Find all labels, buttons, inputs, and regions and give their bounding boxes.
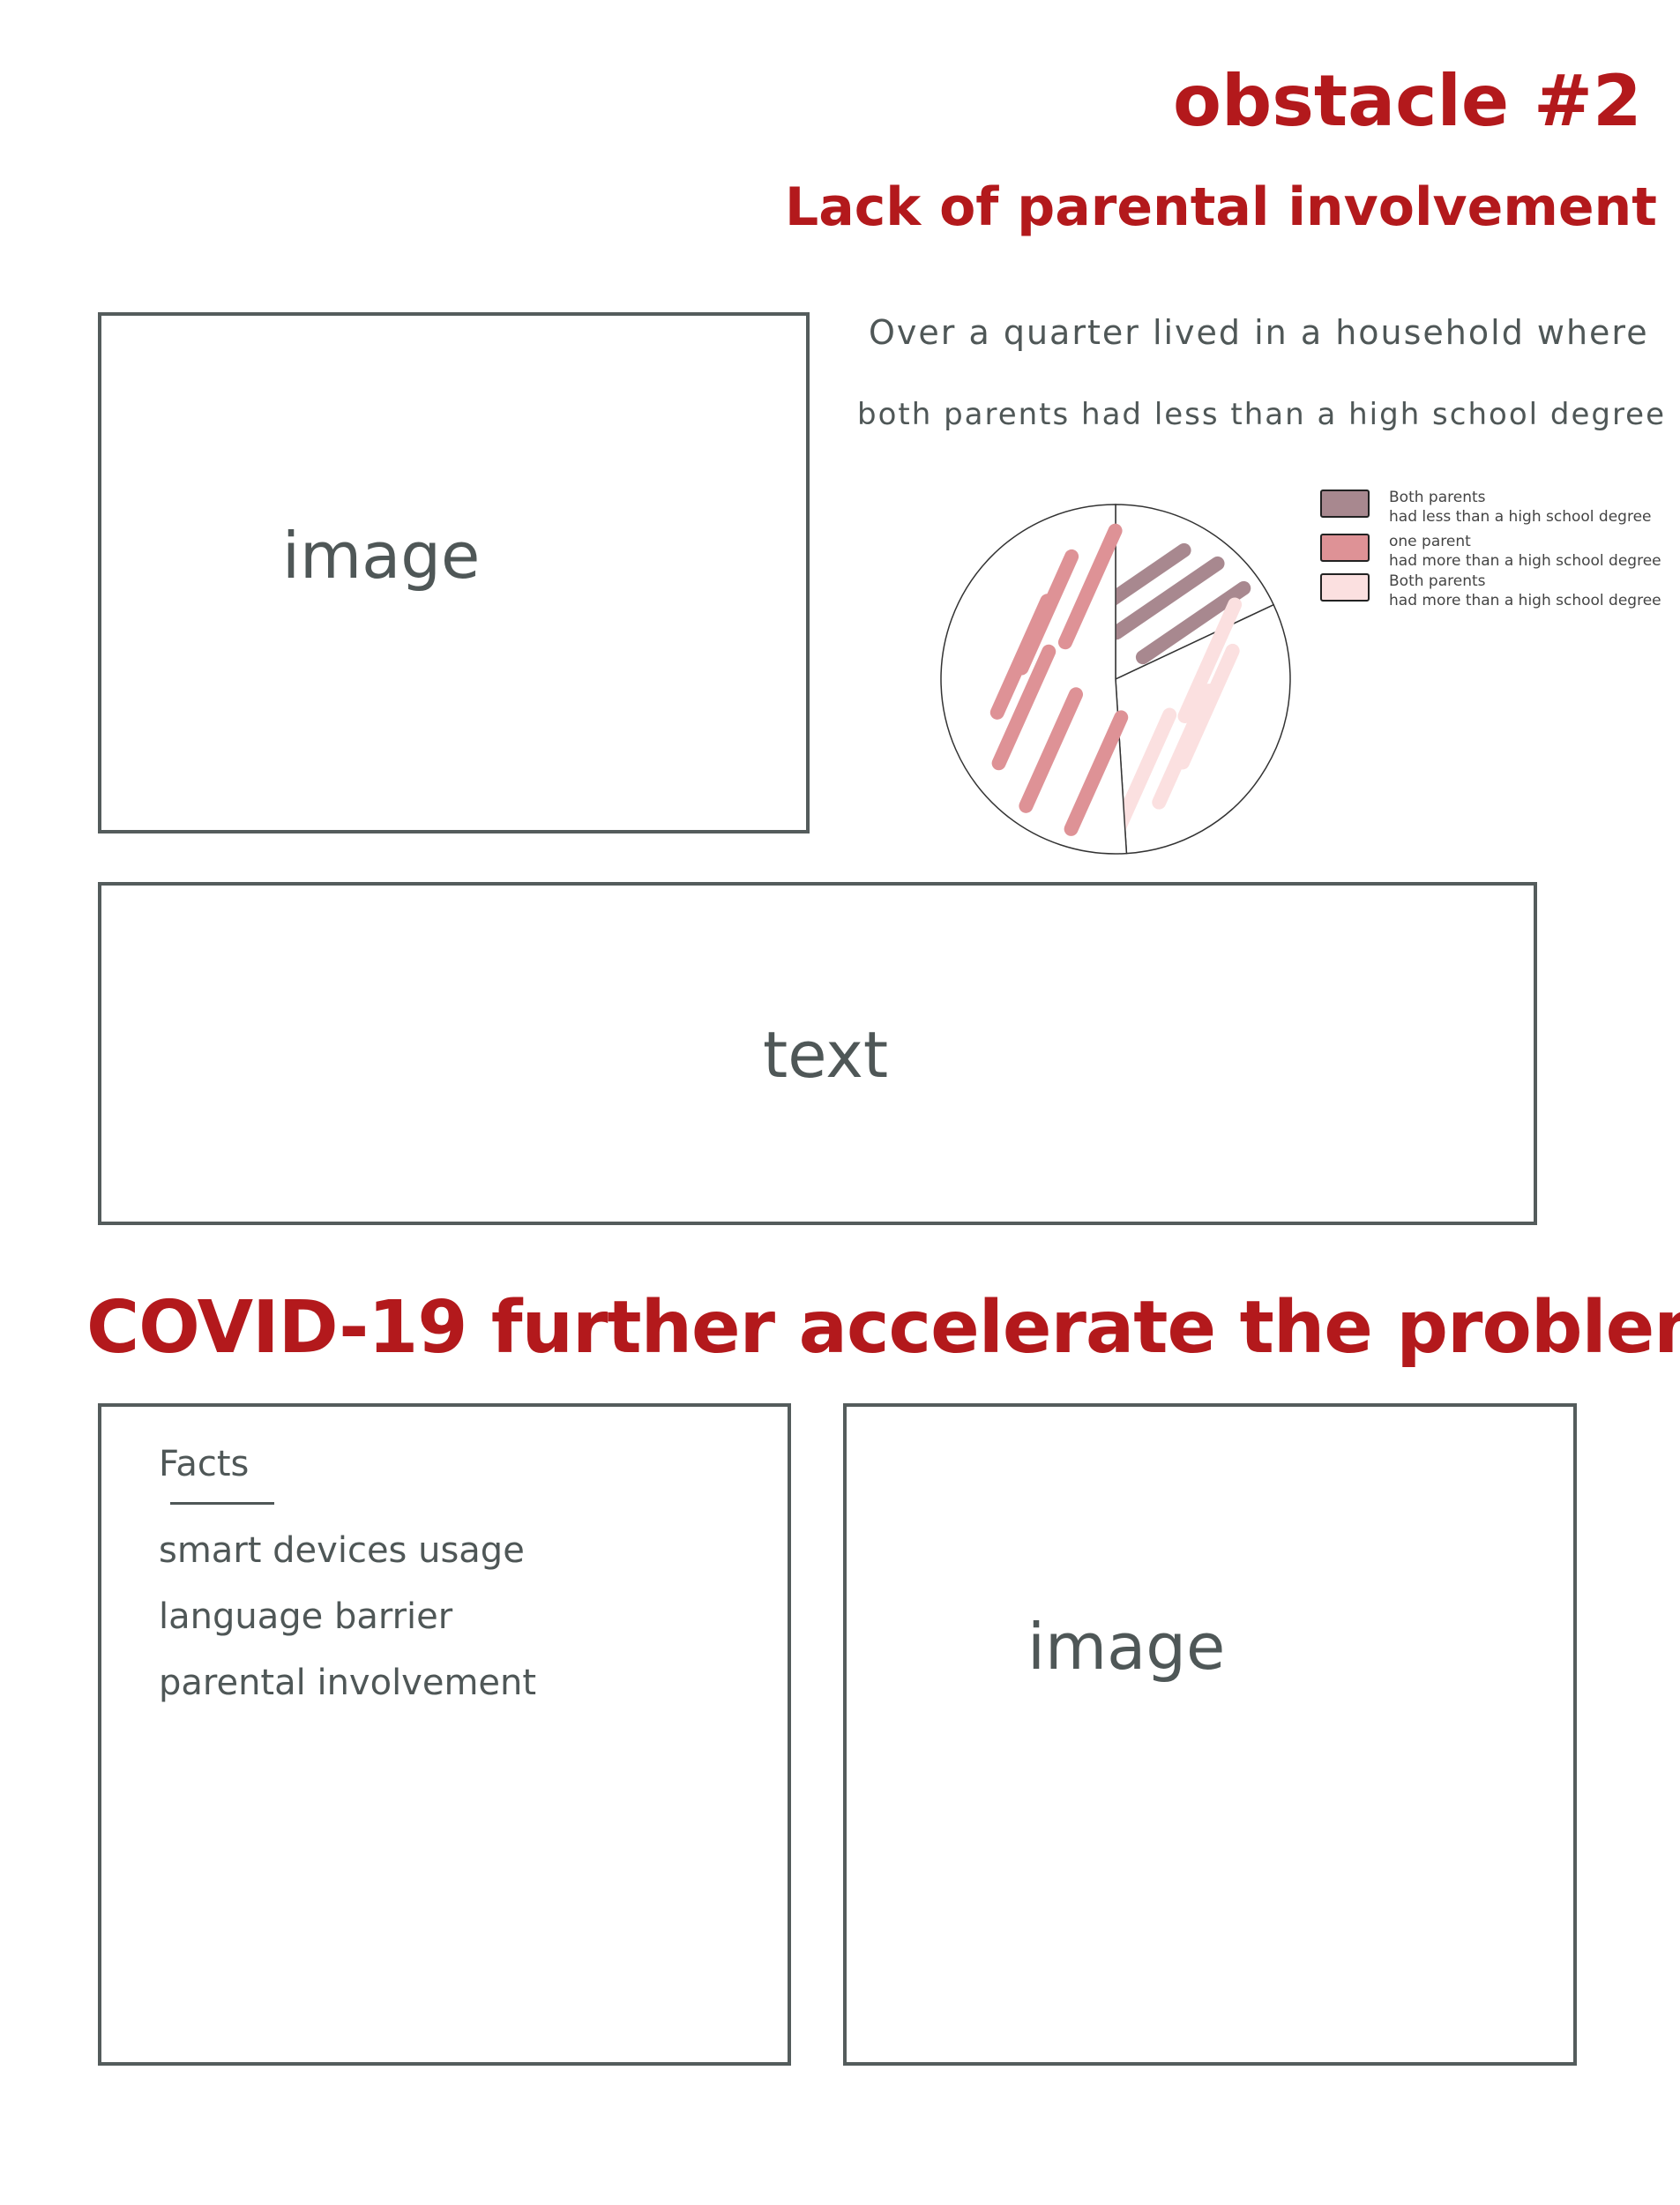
section-heading: COVID-19 further accelerate the problem	[86, 1286, 1680, 1370]
image-placeholder-box: image	[98, 312, 810, 833]
chart-caption-line2: both parents had less than a high school…	[857, 397, 1667, 432]
page-subtitle: Lack of parental involvement	[785, 176, 1657, 238]
legend-swatch	[1320, 490, 1370, 518]
fact-item: smart devices usage	[159, 1530, 525, 1571]
facts-box: Facts smart devices usage language barri…	[98, 1403, 791, 2066]
legend-swatch	[1320, 534, 1370, 562]
image-placeholder-label: image	[1027, 1610, 1226, 1684]
legend-line2: had less than a high school degree	[1389, 508, 1652, 526]
legend-label: Both parents had less than a high school …	[1389, 488, 1652, 527]
image-placeholder-label: image	[282, 519, 481, 593]
facts-title: Facts	[159, 1444, 250, 1484]
chart-caption-line1: Over a quarter lived in a household wher…	[869, 313, 1649, 352]
legend-swatch	[1320, 573, 1370, 602]
legend-label: Both parents had more than a high school …	[1389, 572, 1661, 610]
legend-label: one parent had more than a high school de…	[1389, 532, 1661, 571]
text-placeholder-label: text	[763, 1018, 889, 1092]
facts-underline	[170, 1502, 274, 1505]
legend-line2: had more than a high school degree	[1389, 552, 1661, 570]
fact-item: language barrier	[159, 1596, 453, 1637]
page-title: obstacle #2	[1173, 60, 1642, 142]
text-placeholder-box: text	[98, 882, 1537, 1225]
legend-line1: Both parents	[1389, 572, 1486, 590]
pie-chart	[940, 504, 1291, 855]
fact-item: parental involvement	[159, 1663, 537, 1703]
image-placeholder-box-2: image	[843, 1403, 1577, 2066]
legend-line1: one parent	[1389, 533, 1471, 550]
legend-line2: had more than a high school degree	[1389, 592, 1661, 609]
legend-line1: Both parents	[1389, 489, 1486, 506]
